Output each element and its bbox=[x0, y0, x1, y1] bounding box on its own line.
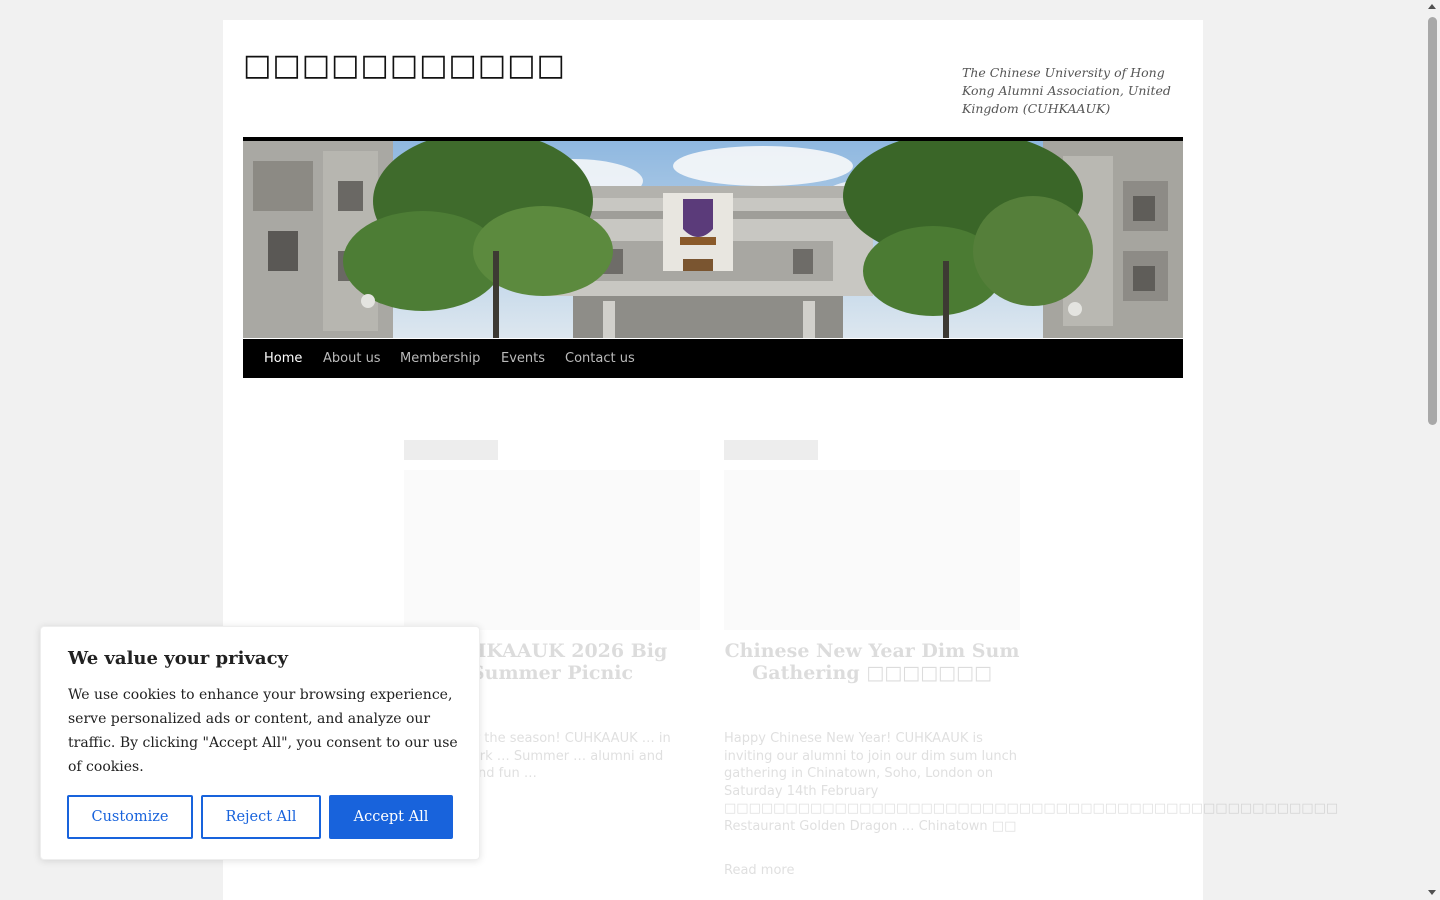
nav-item-membership[interactable]: Membership bbox=[400, 339, 480, 378]
post-thumbnail[interactable] bbox=[724, 470, 1020, 630]
reject-all-button[interactable]: Reject All bbox=[201, 795, 321, 839]
scrollbar-thumb[interactable] bbox=[1428, 17, 1437, 425]
scroll-down-arrow-icon[interactable] bbox=[1428, 890, 1436, 895]
cookie-banner-text: We use cookies to enhance your browsing … bbox=[68, 687, 458, 775]
accept-all-button[interactable]: Accept All bbox=[329, 795, 453, 839]
site-title[interactable]: □□□□□□□□□□□ bbox=[243, 48, 566, 83]
main-navigation: Home About us Membership Events Contact … bbox=[243, 339, 1183, 378]
cookie-consent-banner: We value your privacy We use cookies to … bbox=[40, 626, 480, 860]
nav-item-home[interactable]: Home bbox=[264, 339, 302, 378]
header-banner-image bbox=[243, 137, 1183, 342]
nav-item-about-us[interactable]: About us bbox=[323, 339, 381, 378]
customize-button[interactable]: Customize bbox=[67, 795, 193, 839]
nav-item-events[interactable]: Events bbox=[501, 339, 545, 378]
page-scrollbar[interactable] bbox=[1425, 0, 1440, 900]
post-category-badge[interactable] bbox=[404, 440, 498, 460]
scroll-up-arrow-icon[interactable] bbox=[1428, 4, 1436, 9]
site-description: The Chinese University of Hong Kong Alum… bbox=[962, 65, 1171, 116]
post-title[interactable]: Chinese New Year Dim Sum Gathering □□□□□… bbox=[724, 640, 1020, 684]
post-thumbnail[interactable] bbox=[404, 470, 700, 630]
post-excerpt: Happy Chinese New Year! CUHKAAUK is invi… bbox=[724, 731, 1339, 834]
read-more-link[interactable]: Read more bbox=[724, 863, 794, 878]
nav-item-contact-us[interactable]: Contact us bbox=[565, 339, 635, 378]
campus-photo bbox=[243, 141, 1183, 338]
post-category-badge[interactable] bbox=[724, 440, 818, 460]
cookie-banner-title: We value your privacy bbox=[68, 648, 288, 669]
